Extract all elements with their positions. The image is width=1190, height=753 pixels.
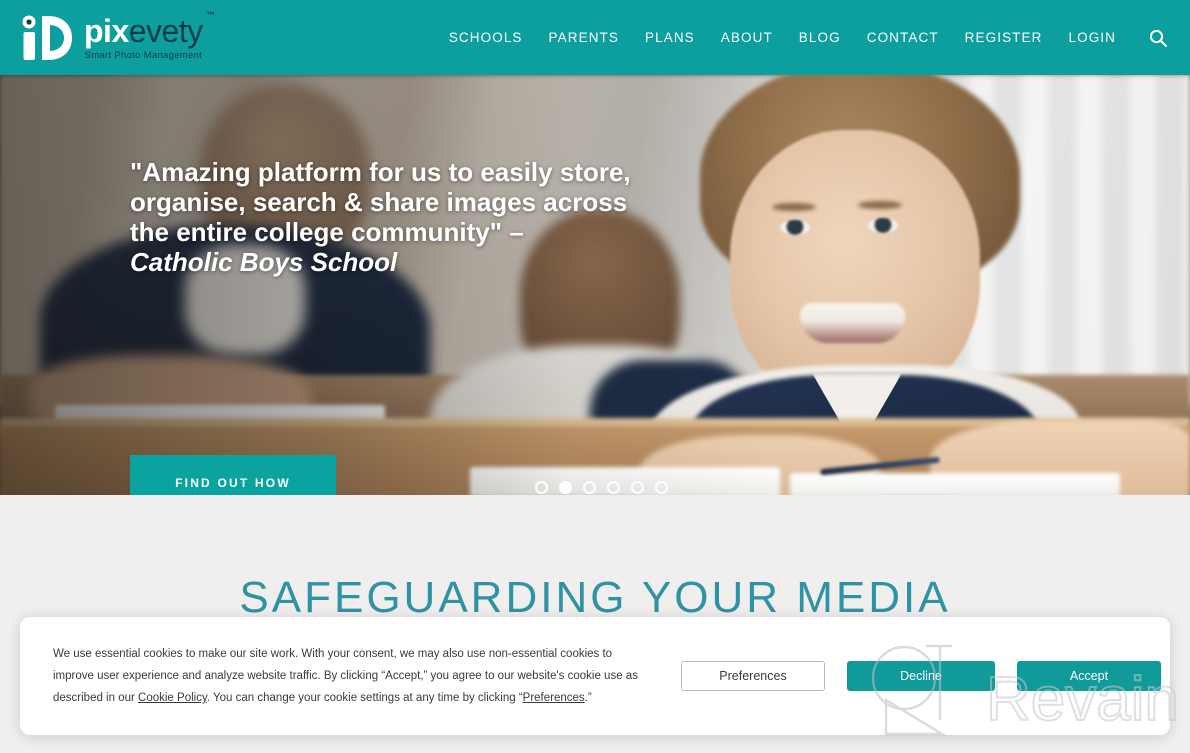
cookie-accept-button[interactable]: Accept: [1017, 661, 1161, 691]
cookie-decline-button[interactable]: Decline: [847, 661, 995, 691]
logo-tagline: Smart Photo Management: [84, 49, 203, 61]
find-out-how-button[interactable]: FIND OUT HOW: [130, 455, 336, 495]
cookie-policy-link[interactable]: Cookie Policy: [138, 692, 207, 704]
cookie-banner-text: We use essential cookies to make our sit…: [53, 643, 653, 709]
hero-carousel: "Amazing platform for us to easily store…: [0, 75, 1190, 495]
id-monogram-logo: [18, 13, 80, 63]
carousel-dots: [535, 481, 668, 494]
search-icon[interactable]: [1148, 28, 1168, 48]
page-root: pixevety ™ Smart Photo Management SCHOOL…: [0, 0, 1190, 753]
preferences-link[interactable]: Preferences: [523, 692, 585, 704]
cookie-banner-actions: Preferences Decline Accept: [681, 661, 1161, 691]
site-header: pixevety ™ Smart Photo Management SCHOOL…: [0, 0, 1190, 75]
section-heading: SAFEGUARDING YOUR MEDIA: [239, 573, 951, 622]
hero-quote-line-3: the entire college community" –: [130, 217, 524, 247]
cookie-text-part-2: . You can change your cookie settings at…: [206, 692, 523, 704]
hero-quote-line-2: organise, search & share images across: [130, 187, 628, 217]
hero-quote-attribution: Catholic Boys School: [130, 247, 398, 277]
logo-trademark: ™: [206, 9, 215, 20]
logo-word-evety: evety: [128, 12, 203, 49]
cookie-text-part-3: .”: [584, 692, 592, 704]
site-logo[interactable]: pixevety ™ Smart Photo Management: [18, 10, 215, 66]
carousel-dot-1[interactable]: [535, 481, 548, 494]
logo-wordmark: pixevety ™ Smart Photo Management: [84, 10, 215, 61]
nav-item-blog[interactable]: BLOG: [799, 30, 841, 45]
nav-item-register[interactable]: REGISTER: [965, 30, 1043, 45]
nav-item-schools[interactable]: SCHOOLS: [449, 30, 523, 45]
logo-word-pix: pix: [84, 12, 129, 49]
main-navigation: SCHOOLS PARENTS PLANS ABOUT BLOG CONTACT…: [449, 28, 1168, 48]
nav-item-contact[interactable]: CONTACT: [867, 30, 939, 45]
carousel-dot-3[interactable]: [583, 481, 596, 494]
hero-background-photo: [0, 75, 1190, 495]
carousel-dot-2[interactable]: [559, 481, 572, 494]
nav-item-parents[interactable]: PARENTS: [549, 30, 619, 45]
carousel-dot-6[interactable]: [655, 481, 668, 494]
carousel-dot-4[interactable]: [607, 481, 620, 494]
cookie-consent-banner: We use essential cookies to make our sit…: [20, 617, 1170, 735]
nav-item-login[interactable]: LOGIN: [1068, 30, 1116, 45]
nav-item-about[interactable]: ABOUT: [721, 30, 773, 45]
hero-quote: "Amazing platform for us to easily store…: [130, 157, 690, 277]
cookie-preferences-button[interactable]: Preferences: [681, 661, 825, 691]
hero-quote-line-1: "Amazing platform for us to easily store…: [130, 157, 631, 187]
carousel-dot-5[interactable]: [631, 481, 644, 494]
nav-item-plans[interactable]: PLANS: [645, 30, 695, 45]
